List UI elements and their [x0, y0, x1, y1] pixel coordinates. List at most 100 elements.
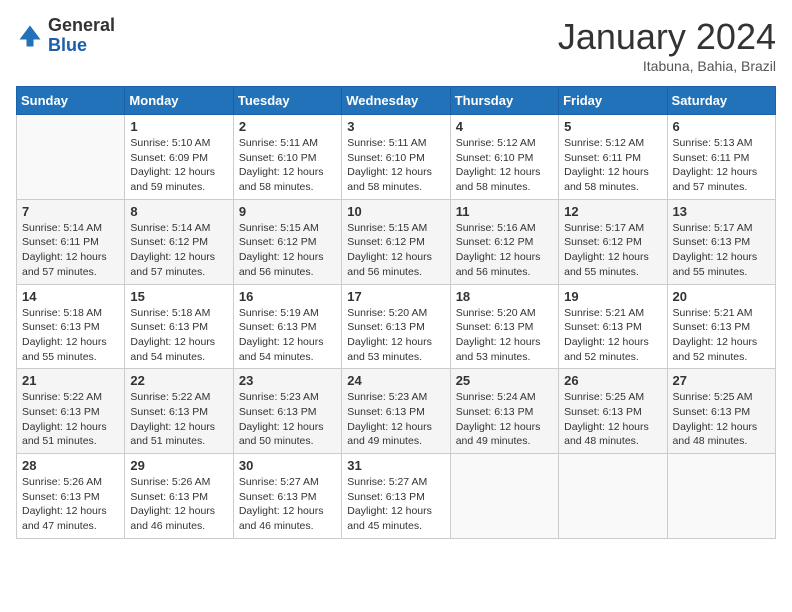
calendar-cell: 19Sunrise: 5:21 AM Sunset: 6:13 PM Dayli… [559, 284, 667, 369]
month-title: January 2024 [558, 16, 776, 58]
day-info: Sunrise: 5:20 AM Sunset: 6:13 PM Dayligh… [456, 306, 553, 365]
calendar-cell: 22Sunrise: 5:22 AM Sunset: 6:13 PM Dayli… [125, 369, 233, 454]
calendar-cell: 25 Sunrise: 5:24 AM Sunset: 6:13 PM Dayli… [450, 369, 558, 454]
calendar-cell: 11 Sunrise: 5:16 AM Sunset: 6:12 PM Dayli… [450, 199, 558, 284]
logo-text: General Blue [48, 16, 115, 56]
day-info: Sunrise: 5:23 AM Sunset: 6:13 PM Dayligh… [347, 390, 444, 449]
page-header: General Blue January 2024 Itabuna, Bahia… [16, 16, 776, 74]
weekday-header-sunday: Sunday [17, 87, 125, 115]
day-number: 11 [456, 204, 553, 219]
calendar-cell [667, 454, 775, 539]
day-number: 1 [130, 119, 227, 134]
calendar-cell [17, 115, 125, 200]
calendar-cell: 2 Sunrise: 5:11 AM Sunset: 6:10 PM Daylig… [233, 115, 341, 200]
day-info: Sunrise: 5:12 AM Sunset: 6:11 PM Dayligh… [564, 136, 661, 195]
day-info: Sunrise: 5:27 AM Sunset: 6:13 PM Dayligh… [347, 475, 444, 534]
weekday-header-friday: Friday [559, 87, 667, 115]
calendar-cell: 16 Sunrise: 5:19 AM Sunset: 6:13 PM Dayli… [233, 284, 341, 369]
calendar-cell: 29Sunrise: 5:26 AM Sunset: 6:13 PM Dayli… [125, 454, 233, 539]
weekday-header-wednesday: Wednesday [342, 87, 450, 115]
calendar-cell [559, 454, 667, 539]
calendar-cell: 5 Sunrise: 5:12 AM Sunset: 6:11 PM Daylig… [559, 115, 667, 200]
calendar-cell: 13 Sunrise: 5:17 AM Sunset: 6:13 PM Dayli… [667, 199, 775, 284]
weekday-header-saturday: Saturday [667, 87, 775, 115]
calendar-cell [450, 454, 558, 539]
calendar-cell: 14 Sunrise: 5:18 AM Sunset: 6:13 PM Dayli… [17, 284, 125, 369]
day-info: Sunrise: 5:21 AM Sunset: 6:13 PM Dayligh… [564, 306, 661, 365]
day-info: Sunrise: 5:22 AM Sunset: 6:13 PM Dayligh… [22, 390, 119, 449]
day-number: 16 [239, 289, 336, 304]
logo-icon [16, 22, 44, 50]
day-number: 23 [239, 373, 336, 388]
logo: General Blue [16, 16, 115, 56]
day-info: Sunrise: 5:25 AM Sunset: 6:13 PM Dayligh… [673, 390, 770, 449]
calendar-table: SundayMondayTuesdayWednesdayThursdayFrid… [16, 86, 776, 539]
day-number: 21 [22, 373, 119, 388]
day-number: 5 [564, 119, 661, 134]
day-info: Sunrise: 5:21 AM Sunset: 6:13 PM Dayligh… [673, 306, 770, 365]
day-info: Sunrise: 5:19 AM Sunset: 6:13 PM Dayligh… [239, 306, 336, 365]
calendar-cell: 20 Sunrise: 5:21 AM Sunset: 6:13 PM Dayli… [667, 284, 775, 369]
day-info: Sunrise: 5:24 AM Sunset: 6:13 PM Dayligh… [456, 390, 553, 449]
day-number: 17 [347, 289, 444, 304]
day-info: Sunrise: 5:10 AM Sunset: 6:09 PM Dayligh… [130, 136, 227, 195]
logo-blue: Blue [48, 35, 87, 55]
weekday-header-tuesday: Tuesday [233, 87, 341, 115]
calendar-cell: 12Sunrise: 5:17 AM Sunset: 6:12 PM Dayli… [559, 199, 667, 284]
calendar-cell: 7 Sunrise: 5:14 AM Sunset: 6:11 PM Daylig… [17, 199, 125, 284]
title-area: January 2024 Itabuna, Bahia, Brazil [558, 16, 776, 74]
week-row-1: 1 Sunrise: 5:10 AM Sunset: 6:09 PM Daylig… [17, 115, 776, 200]
week-row-2: 7 Sunrise: 5:14 AM Sunset: 6:11 PM Daylig… [17, 199, 776, 284]
day-info: Sunrise: 5:11 AM Sunset: 6:10 PM Dayligh… [239, 136, 336, 195]
calendar-cell: 1 Sunrise: 5:10 AM Sunset: 6:09 PM Daylig… [125, 115, 233, 200]
calendar-cell: 30 Sunrise: 5:27 AM Sunset: 6:13 PM Dayli… [233, 454, 341, 539]
day-info: Sunrise: 5:18 AM Sunset: 6:13 PM Dayligh… [22, 306, 119, 365]
day-number: 18 [456, 289, 553, 304]
day-info: Sunrise: 5:17 AM Sunset: 6:13 PM Dayligh… [673, 221, 770, 280]
calendar-cell: 26Sunrise: 5:25 AM Sunset: 6:13 PM Dayli… [559, 369, 667, 454]
week-row-3: 14 Sunrise: 5:18 AM Sunset: 6:13 PM Dayli… [17, 284, 776, 369]
day-number: 8 [130, 204, 227, 219]
day-number: 7 [22, 204, 119, 219]
day-info: Sunrise: 5:22 AM Sunset: 6:13 PM Dayligh… [130, 390, 227, 449]
day-number: 31 [347, 458, 444, 473]
day-info: Sunrise: 5:25 AM Sunset: 6:13 PM Dayligh… [564, 390, 661, 449]
weekday-header-thursday: Thursday [450, 87, 558, 115]
day-info: Sunrise: 5:26 AM Sunset: 6:13 PM Dayligh… [130, 475, 227, 534]
day-info: Sunrise: 5:16 AM Sunset: 6:12 PM Dayligh… [456, 221, 553, 280]
logo-general: General [48, 15, 115, 35]
day-number: 25 [456, 373, 553, 388]
day-number: 24 [347, 373, 444, 388]
calendar-cell: 8 Sunrise: 5:14 AM Sunset: 6:12 PM Daylig… [125, 199, 233, 284]
day-number: 20 [673, 289, 770, 304]
day-info: Sunrise: 5:15 AM Sunset: 6:12 PM Dayligh… [347, 221, 444, 280]
day-number: 6 [673, 119, 770, 134]
location-subtitle: Itabuna, Bahia, Brazil [558, 58, 776, 74]
day-number: 13 [673, 204, 770, 219]
day-info: Sunrise: 5:13 AM Sunset: 6:11 PM Dayligh… [673, 136, 770, 195]
day-number: 30 [239, 458, 336, 473]
day-info: Sunrise: 5:14 AM Sunset: 6:11 PM Dayligh… [22, 221, 119, 280]
day-number: 2 [239, 119, 336, 134]
weekday-header-row: SundayMondayTuesdayWednesdayThursdayFrid… [17, 87, 776, 115]
calendar-cell: 15 Sunrise: 5:18 AM Sunset: 6:13 PM Dayli… [125, 284, 233, 369]
calendar-cell: 10Sunrise: 5:15 AM Sunset: 6:12 PM Dayli… [342, 199, 450, 284]
day-info: Sunrise: 5:23 AM Sunset: 6:13 PM Dayligh… [239, 390, 336, 449]
day-number: 3 [347, 119, 444, 134]
calendar-cell: 24 Sunrise: 5:23 AM Sunset: 6:13 PM Dayli… [342, 369, 450, 454]
day-info: Sunrise: 5:15 AM Sunset: 6:12 PM Dayligh… [239, 221, 336, 280]
calendar-cell: 3Sunrise: 5:11 AM Sunset: 6:10 PM Daylig… [342, 115, 450, 200]
day-info: Sunrise: 5:20 AM Sunset: 6:13 PM Dayligh… [347, 306, 444, 365]
day-number: 28 [22, 458, 119, 473]
day-info: Sunrise: 5:12 AM Sunset: 6:10 PM Dayligh… [456, 136, 553, 195]
day-number: 15 [130, 289, 227, 304]
day-number: 9 [239, 204, 336, 219]
weekday-header-monday: Monday [125, 87, 233, 115]
calendar-cell: 6 Sunrise: 5:13 AM Sunset: 6:11 PM Daylig… [667, 115, 775, 200]
day-info: Sunrise: 5:14 AM Sunset: 6:12 PM Dayligh… [130, 221, 227, 280]
day-number: 14 [22, 289, 119, 304]
calendar-cell: 27Sunrise: 5:25 AM Sunset: 6:13 PM Dayli… [667, 369, 775, 454]
day-info: Sunrise: 5:27 AM Sunset: 6:13 PM Dayligh… [239, 475, 336, 534]
calendar-cell: 31 Sunrise: 5:27 AM Sunset: 6:13 PM Dayli… [342, 454, 450, 539]
day-info: Sunrise: 5:18 AM Sunset: 6:13 PM Dayligh… [130, 306, 227, 365]
